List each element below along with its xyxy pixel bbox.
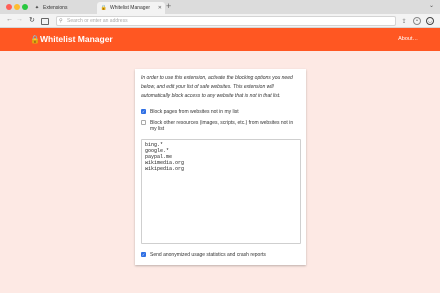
usage-stats-label[interactable]: Send anonymized usage statistics and cra… [150, 252, 266, 258]
sidebar-icon[interactable] [41, 18, 49, 25]
address-placeholder: Search or enter an address [67, 18, 128, 24]
lock-icon: 🔒 [30, 35, 40, 44]
settings-card: In order to use this extension, activate… [135, 69, 306, 265]
block-pages-checkbox[interactable]: ✓ [141, 109, 146, 114]
account-icon[interactable]: ◡ [426, 17, 434, 25]
share-icon[interactable]: ⇪ [400, 17, 408, 25]
block-resources-label[interactable]: Block other resources (images, scripts, … [150, 120, 300, 132]
tab-label: Whitelist Manager [110, 5, 151, 11]
page-title: Whitelist Manager [40, 34, 113, 44]
instructions-text: In order to use this extension, activate… [141, 75, 293, 99]
whitelist-entry: wikipedia.org [145, 166, 185, 172]
block-resources-checkbox[interactable] [141, 120, 146, 125]
puzzle-icon: ✦ [34, 5, 40, 11]
back-button[interactable]: ← [6, 16, 13, 23]
address-bar[interactable]: ⚲ Search or enter an address [56, 16, 396, 26]
new-tab-button[interactable]: + [166, 1, 171, 11]
whitelist-textarea[interactable]: bing.* google.* paypal.me wikimedia.org … [141, 139, 301, 244]
usage-stats-checkbox[interactable]: ✓ [141, 252, 146, 257]
about-link[interactable]: About… [398, 36, 418, 42]
close-window-button[interactable] [6, 4, 12, 10]
tab-strip: ✦ Extensions 🔒 Whitelist Manager ✕ + ⌄ [0, 0, 440, 14]
forward-button[interactable]: → [16, 16, 23, 23]
extension-icon: ⚲ [59, 18, 63, 24]
tab-extensions[interactable]: ✦ Extensions [30, 2, 94, 14]
reload-button[interactable]: ↻ [29, 16, 35, 24]
minimize-window-button[interactable] [14, 4, 20, 10]
block-pages-label[interactable]: Block pages from websites not in my list [150, 109, 239, 115]
navigation-toolbar: ← → ↻ ⚲ Search or enter an address ⇪ • ◡ [0, 14, 440, 28]
app-header: 🔒 Whitelist Manager About… [0, 28, 440, 51]
tab-list-chevron-icon[interactable]: ⌄ [429, 2, 434, 9]
close-tab-icon[interactable]: ✕ [158, 5, 162, 11]
tab-whitelist-manager[interactable]: 🔒 Whitelist Manager ✕ [97, 2, 165, 14]
lock-icon: 🔒 [100, 5, 108, 11]
tab-label: Extensions [43, 5, 68, 11]
maximize-window-button[interactable] [22, 4, 28, 10]
extension-menu-icon[interactable]: • [413, 17, 421, 25]
